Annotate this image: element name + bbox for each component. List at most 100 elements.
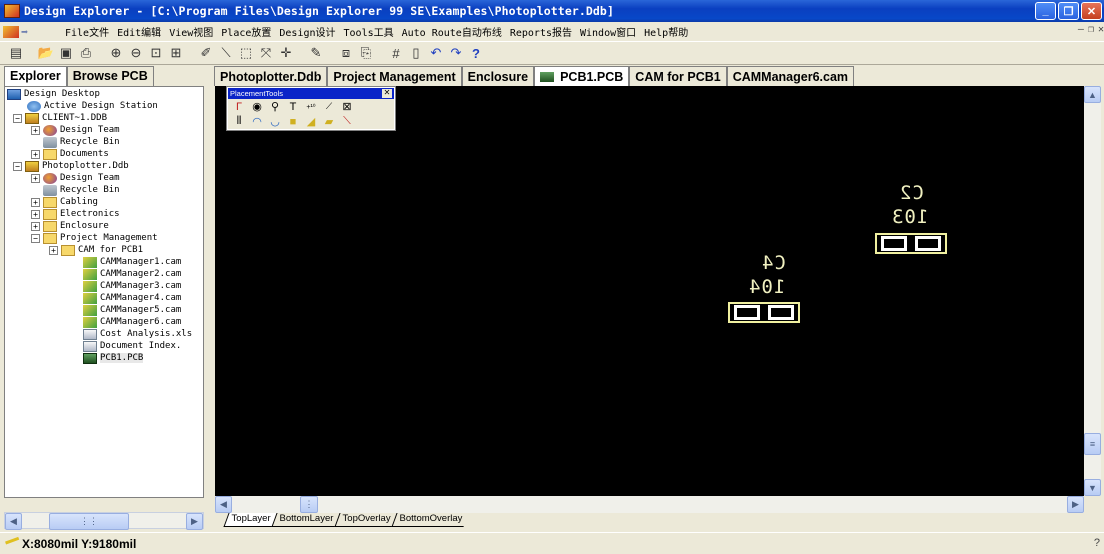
footprint-c4[interactable] [728, 302, 800, 323]
string-icon[interactable]: T [284, 100, 302, 114]
collapse-icon[interactable]: − [13, 113, 22, 123]
tree-item-cabling[interactable]: + Cabling [31, 196, 98, 208]
pad[interactable] [734, 305, 760, 320]
tree-item-document-index[interactable]: Document Index. [83, 340, 181, 352]
open-icon[interactable]: 📂 [36, 43, 56, 63]
pad[interactable] [881, 236, 907, 251]
zoom-fit-icon[interactable]: ⊞ [166, 43, 186, 63]
highlight-icon[interactable]: ✎ [306, 43, 326, 63]
pcb-canvas[interactable]: C2 103 C4 104 [215, 86, 1084, 496]
scroll-thumb[interactable]: ⋮⋮ [49, 513, 129, 530]
scroll-left-icon[interactable]: ◀ [215, 496, 232, 513]
minimize-icon[interactable]: _ [1035, 2, 1056, 20]
tree-item-cammanager6[interactable]: CAMManager6.cam [83, 316, 181, 328]
mdi-close-icon[interactable]: ✕ [1098, 24, 1104, 35]
tab-enclosure[interactable]: Enclosure [461, 66, 535, 86]
help-icon[interactable]: ? [1094, 537, 1100, 549]
tree-item-cammanager2[interactable]: CAMManager2.cam [83, 268, 181, 280]
close-icon[interactable]: ✕ [382, 89, 392, 98]
help-icon[interactable]: ? [466, 43, 486, 63]
component-icon[interactable]: ⦀ [230, 115, 248, 129]
menu-file[interactable]: File文件 [61, 24, 113, 39]
document-menu-icon[interactable] [3, 25, 19, 38]
arc-edge-icon[interactable]: ◡ [266, 115, 284, 129]
deselect-icon[interactable]: ⤧ [256, 43, 276, 63]
coordinate-icon[interactable]: +¹⁰ [302, 100, 320, 114]
tab-project-management[interactable]: Project Management [327, 66, 462, 86]
dimension-icon[interactable]: ⟋ [320, 100, 338, 114]
menu-edit[interactable]: Edit编辑 [113, 24, 165, 39]
expand-icon[interactable]: + [31, 173, 40, 183]
scroll-thumb[interactable]: ⋮ [300, 496, 318, 513]
tree-item-cammanager3[interactable]: CAMManager3.cam [83, 280, 181, 292]
tab-pcb1[interactable]: PCB1.PCB [534, 66, 630, 86]
layer-tab-toplayer[interactable]: TopLayer [223, 513, 277, 527]
redo-icon[interactable]: ↷ [446, 43, 466, 63]
menu-window[interactable]: Window窗口 [576, 24, 640, 39]
tree-item-design-desktop[interactable]: Design Desktop [7, 88, 100, 100]
arc-center-icon[interactable]: ◠ [248, 115, 266, 129]
canvas-horizontal-scrollbar[interactable]: ◀ ⋮ ▶ [215, 496, 1084, 513]
tree-item-pcb1[interactable]: PCB1.PCB [83, 352, 144, 364]
grid-icon[interactable]: # [386, 43, 406, 63]
comment-103[interactable]: 103 [891, 206, 928, 228]
maximize-icon[interactable]: ❐ [1058, 2, 1079, 20]
layer-tab-bottomlayer[interactable]: BottomLayer [271, 513, 340, 527]
tree-item-active-station[interactable]: Active Design Station [27, 100, 158, 112]
scroll-up-icon[interactable]: ▲ [1084, 86, 1101, 103]
expand-icon[interactable]: + [49, 245, 58, 255]
menu-view[interactable]: View视图 [165, 24, 217, 39]
tree-item-electronics[interactable]: + Electronics [31, 208, 120, 220]
tab-explorer[interactable]: Explorer [4, 66, 67, 86]
save-icon[interactable]: ▣ [56, 43, 76, 63]
palette-title-bar[interactable]: PlacementTools ✕ [228, 88, 394, 99]
menu-design[interactable]: Design设计 [275, 24, 339, 39]
tree-item-cammanager5[interactable]: CAMManager5.cam [83, 304, 181, 316]
zoom-in-icon[interactable]: ⊕ [106, 43, 126, 63]
canvas-vertical-scrollbar[interactable]: ▲ ≡ ▼ [1084, 86, 1101, 496]
tree-item-photoplotter-ddb[interactable]: − Photoplotter.Ddb [13, 160, 129, 172]
browse-icon[interactable]: ⎘ [356, 43, 376, 63]
tree-item-cost-analysis[interactable]: Cost Analysis.xls [83, 328, 192, 340]
zoom-out-icon[interactable]: ⊖ [126, 43, 146, 63]
track-icon[interactable]: Γ [230, 100, 248, 114]
tree-item-cam-for-pcb1[interactable]: + CAM for PCB1 [49, 244, 143, 256]
scroll-right-icon[interactable]: ▶ [186, 513, 203, 530]
select-area-icon[interactable]: ⬚ [236, 43, 256, 63]
origin-icon[interactable]: ⊠ [338, 100, 356, 114]
tree-item-cammanager4[interactable]: CAMManager4.cam [83, 292, 181, 304]
tree-item-cammanager1[interactable]: CAMManager1.cam [83, 256, 181, 268]
expand-icon[interactable]: + [31, 197, 40, 207]
split-plane-icon[interactable]: ▰ [320, 115, 338, 129]
tree-item-recycle-bin[interactable]: Recycle Bin [43, 184, 120, 196]
tree-item-project-management[interactable]: − Project Management [31, 232, 158, 244]
undo-icon[interactable]: ↶ [426, 43, 446, 63]
menu-place[interactable]: Place放置 [217, 24, 275, 39]
collapse-icon[interactable]: − [31, 233, 40, 243]
comment-104[interactable]: 104 [748, 276, 785, 298]
tree-item-documents[interactable]: + Documents [31, 148, 109, 160]
placement-tools-palette[interactable]: PlacementTools ✕ Γ ◉ ⚲ T +¹⁰ ⟋ ⊠ ⦀ ◠ ◡ ■… [226, 86, 396, 131]
layer-tab-bottomoverlay[interactable]: BottomOverlay [391, 513, 469, 527]
toggle-panel-icon[interactable]: ▤ [6, 43, 26, 63]
tab-cam-for-pcb1[interactable]: CAM for PCB1 [629, 66, 727, 86]
wire-icon[interactable]: ⟍ [216, 43, 236, 63]
scroll-down-icon[interactable]: ▼ [1084, 479, 1101, 496]
blank-icon[interactable]: ▯ [406, 43, 426, 63]
mdi-minimize-icon[interactable]: – [1078, 24, 1084, 35]
designator-c2[interactable]: C2 [899, 182, 924, 204]
designator-c4[interactable]: C4 [761, 252, 786, 274]
pad[interactable] [768, 305, 794, 320]
tree-item-design-team[interactable]: + Design Team [31, 172, 120, 184]
pad[interactable] [915, 236, 941, 251]
layer-tab-topoverlay[interactable]: TopOverlay [334, 513, 397, 527]
tree-item-recycle-bin[interactable]: Recycle Bin [43, 136, 120, 148]
move-icon[interactable]: ✛ [276, 43, 296, 63]
fill-icon[interactable]: ■ [284, 115, 302, 129]
collapse-icon[interactable]: − [13, 161, 22, 171]
component-icon[interactable]: ⧈ [336, 43, 356, 63]
print-icon[interactable]: ⎙ [76, 43, 96, 63]
via-icon[interactable]: ⚲ [266, 100, 284, 114]
tree-item-client-ddb[interactable]: − CLIENT~1.DDB [13, 112, 107, 124]
expand-icon[interactable]: + [31, 125, 40, 135]
